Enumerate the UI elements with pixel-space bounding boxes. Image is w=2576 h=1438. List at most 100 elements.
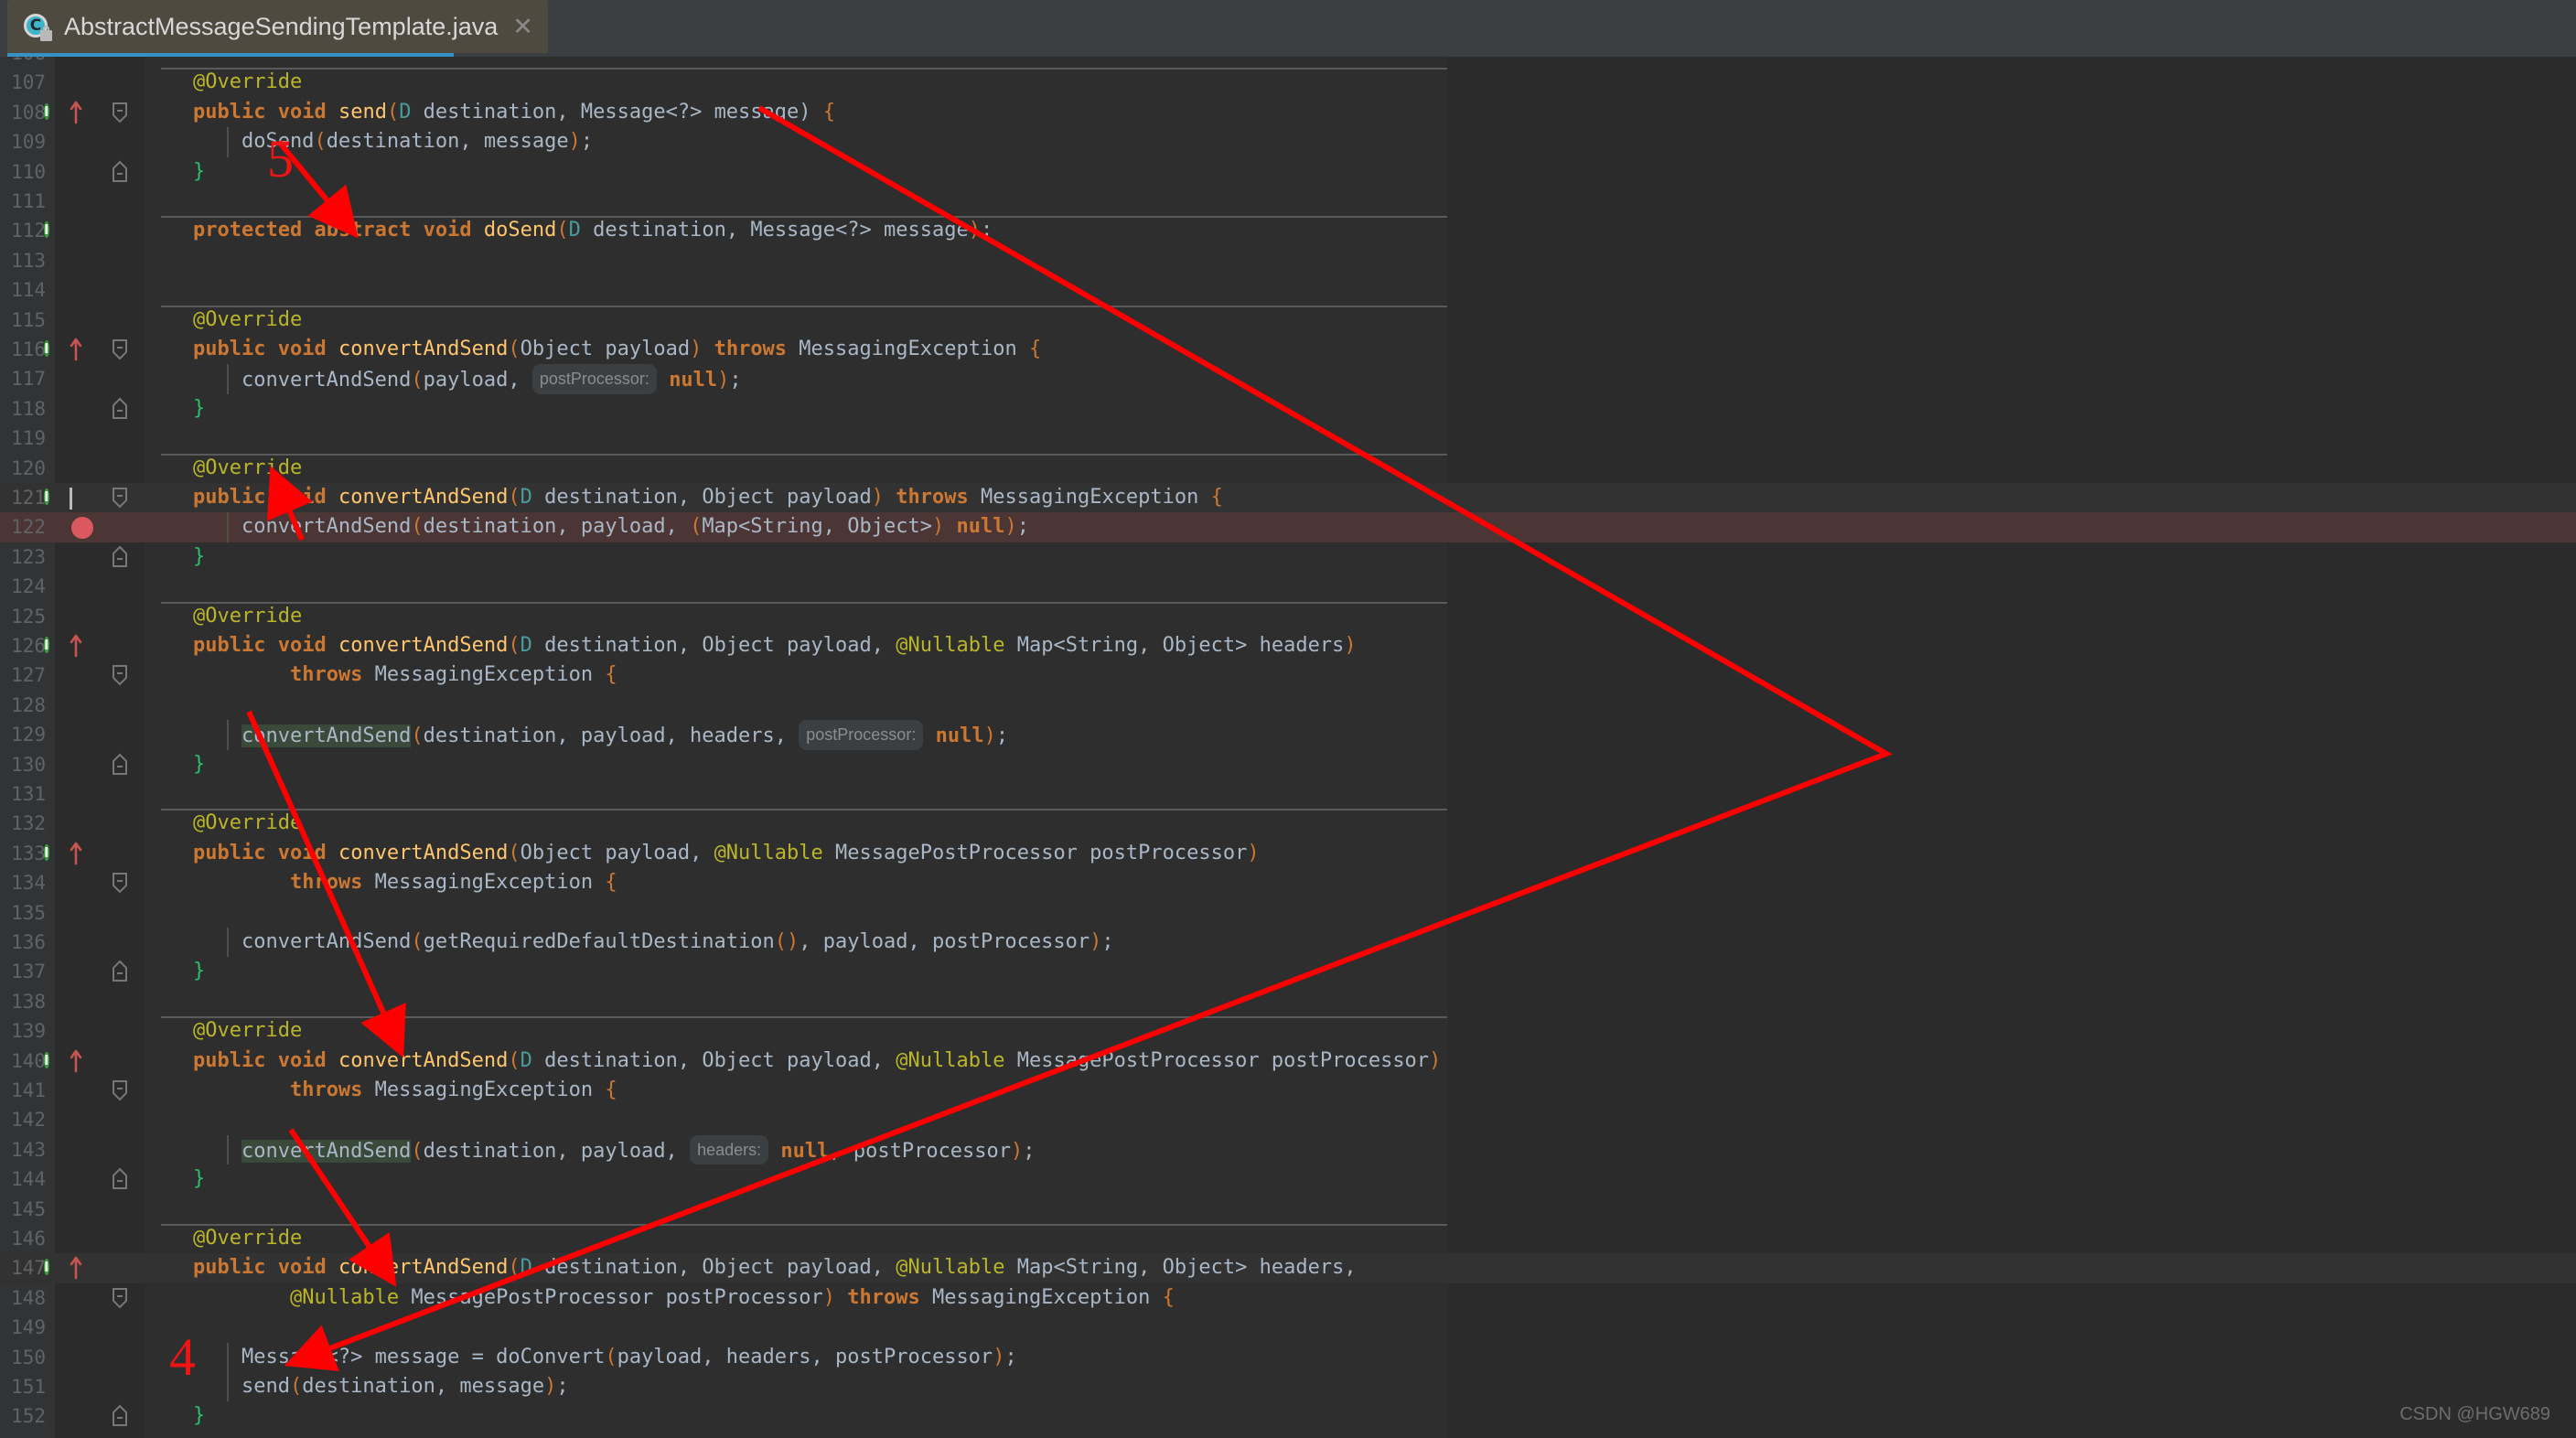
override-arrow-icon[interactable] (70, 1049, 82, 1073)
code-text: convertAndSend(getRequiredDefaultDestina… (145, 930, 1114, 953)
code-line[interactable]: 134 throws MessagingException { (0, 868, 2576, 897)
line-number: 137 (11, 960, 46, 983)
implementation-marker-icon[interactable]: I (44, 842, 68, 865)
code-line[interactable]: 122 convertAndSend(destination, payload,… (0, 512, 2576, 542)
code-line[interactable]: 115 @Override (0, 305, 2576, 335)
implementation-marker-icon[interactable]: I (44, 634, 68, 658)
code-line[interactable]: 120 @Override (0, 453, 2576, 483)
implementation-marker-icon[interactable]: I (44, 219, 68, 242)
code-line[interactable]: 107 @Override (0, 68, 2576, 97)
fold-collapse-icon[interactable] (110, 1286, 130, 1310)
implementation-marker-icon[interactable]: I (44, 1256, 68, 1280)
line-number: 112 (11, 220, 46, 242)
code-line[interactable]: 116 I public void convertAndSend(Object p… (0, 335, 2576, 364)
line-number: 148 (11, 1286, 46, 1309)
code-line[interactable]: 131 (0, 779, 2576, 809)
parameter-hint-inlay[interactable]: postProcessor: (531, 364, 657, 394)
code-line[interactable]: 110 } (0, 157, 2576, 187)
override-arrow-icon[interactable] (70, 338, 82, 361)
implementation-marker-icon[interactable]: I (44, 1049, 68, 1073)
fold-end-icon[interactable] (110, 1404, 130, 1428)
line-number: 123 (11, 545, 46, 568)
editor-tab-abstractmessagesendingtemplate[interactable]: C AbstractMessageSendingTemplate.java ✕ (7, 0, 548, 53)
fold-collapse-icon[interactable] (110, 663, 130, 687)
override-arrow-icon[interactable] (70, 1256, 82, 1280)
code-editor[interactable]: 106107 @Override108I public void send(D … (0, 57, 2576, 1438)
override-arrow-icon[interactable] (70, 634, 82, 658)
code-line[interactable]: 125 @Override (0, 601, 2576, 631)
code-line[interactable]: 137 } (0, 957, 2576, 986)
code-line[interactable]: 144 } (0, 1164, 2576, 1194)
code-line[interactable]: 129 convertAndSend(destination, payload,… (0, 720, 2576, 750)
code-line[interactable]: 133 I public void convertAndSend(Object p… (0, 839, 2576, 868)
code-line[interactable]: 142 (0, 1105, 2576, 1134)
code-line[interactable]: 127 throws MessagingException { (0, 660, 2576, 690)
code-line[interactable]: 153 (0, 1432, 2576, 1438)
code-line[interactable]: 147 I public void convertAndSend(D destin… (0, 1253, 2576, 1283)
code-line[interactable]: 111 (0, 187, 2576, 216)
code-line[interactable]: 149 (0, 1313, 2576, 1342)
line-number: 107 (11, 71, 46, 94)
code-line[interactable]: 108 I public void send(D destination, Mes… (0, 98, 2576, 127)
fold-collapse-icon[interactable] (110, 101, 130, 124)
code-text: convertAndSend(destination, payload, hea… (145, 1134, 1036, 1166)
fold-end-icon[interactable] (110, 1167, 130, 1191)
code-line[interactable]: 117 convertAndSend(payload, postProcesso… (0, 364, 2576, 394)
code-line[interactable]: 126 I public void convertAndSend(D destin… (0, 631, 2576, 660)
code-line[interactable]: 148 @Nullable MessagePostProcessor postP… (0, 1283, 2576, 1313)
code-text: @Nullable MessagePostProcessor postProce… (289, 1285, 1175, 1309)
code-line[interactable]: 135 (0, 898, 2576, 928)
implementation-marker-icon[interactable]: I (44, 101, 68, 124)
code-line[interactable]: 152 } (0, 1401, 2576, 1431)
code-text: } (192, 752, 206, 776)
code-line[interactable]: 139 @Override (0, 1016, 2576, 1046)
fold-end-icon[interactable] (110, 960, 130, 983)
fold-end-icon[interactable] (110, 397, 130, 421)
fold-collapse-icon[interactable] (110, 486, 130, 510)
code-line[interactable]: 118 } (0, 394, 2576, 424)
fold-end-icon[interactable] (110, 545, 130, 569)
code-line[interactable]: 138 (0, 987, 2576, 1016)
code-line[interactable]: 140 I public void convertAndSend(D destin… (0, 1046, 2576, 1076)
code-line[interactable]: 121 I public void convertAndSend(D destin… (0, 483, 2576, 513)
code-text: @Override (192, 604, 303, 628)
code-line[interactable]: 119 (0, 424, 2576, 453)
fold-collapse-icon[interactable] (110, 1078, 130, 1102)
code-line[interactable]: 130 } (0, 750, 2576, 779)
line-number: 134 (11, 872, 46, 895)
code-line[interactable]: 113 (0, 246, 2576, 275)
code-text: @Override (192, 70, 303, 94)
fold-end-icon[interactable] (110, 160, 130, 184)
code-line[interactable]: 136 convertAndSend(getRequiredDefaultDes… (0, 928, 2576, 958)
implementation-marker-icon[interactable]: I (44, 486, 68, 510)
method-separator (161, 601, 1447, 604)
override-arrow-icon[interactable] (70, 101, 82, 124)
code-line[interactable]: 146 @Override (0, 1224, 2576, 1253)
code-line[interactable]: 124 (0, 572, 2576, 601)
implementation-marker-icon[interactable]: I (44, 338, 68, 361)
line-number: 124 (11, 575, 46, 598)
fold-end-icon[interactable] (110, 753, 130, 777)
code-line[interactable]: 132 @Override (0, 809, 2576, 838)
code-line[interactable]: 145 (0, 1195, 2576, 1224)
code-line[interactable]: 128 (0, 691, 2576, 720)
parameter-hint-inlay[interactable]: postProcessor: (799, 720, 924, 750)
code-line[interactable]: 143 convertAndSend(destination, payload,… (0, 1134, 2576, 1166)
close-icon[interactable]: ✕ (510, 14, 533, 39)
method-separator (161, 1016, 1447, 1019)
code-line[interactable]: 112 I protected abstract void doSend(D de… (0, 216, 2576, 245)
parameter-hint-inlay[interactable]: headers: (690, 1134, 769, 1165)
line-number: 133 (11, 842, 46, 864)
code-line[interactable]: 123 } (0, 542, 2576, 572)
fold-collapse-icon[interactable] (110, 338, 130, 361)
code-line[interactable]: 114 (0, 275, 2576, 305)
code-line[interactable]: 150 Message<?> message = doConvert(paylo… (0, 1342, 2576, 1372)
code-line[interactable]: 141 throws MessagingException { (0, 1076, 2576, 1105)
code-line[interactable]: 106 (0, 57, 2576, 68)
code-line[interactable]: 151 send(destination, message); (0, 1372, 2576, 1402)
override-arrow-icon[interactable] (70, 842, 82, 865)
fold-collapse-icon[interactable] (110, 871, 130, 895)
code-text: @Override (192, 1019, 303, 1043)
code-line[interactable]: 109 doSend(destination, message); (0, 127, 2576, 157)
line-number: 128 (11, 693, 46, 716)
